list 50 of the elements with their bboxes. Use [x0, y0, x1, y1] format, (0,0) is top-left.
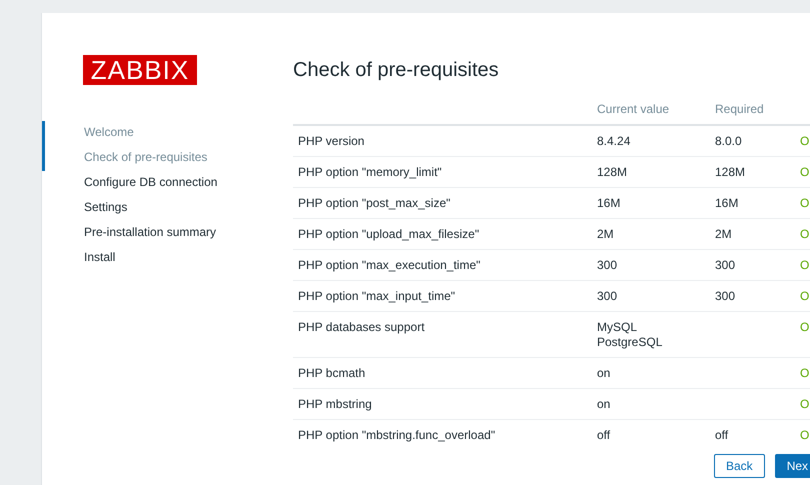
requirement-name: PHP option "post_max_size"	[298, 196, 450, 210]
setup-step: Welcome	[42, 121, 293, 146]
current-value: 128M	[597, 165, 628, 179]
column-header: Current value	[597, 102, 670, 116]
requirement-name: PHP mbstring	[298, 397, 372, 411]
requirement-name: PHP databases support	[298, 320, 425, 334]
current-value: 2M	[597, 227, 614, 241]
requirement-name: PHP option "upload_max_filesize"	[298, 227, 480, 241]
back-button[interactable]: Back	[714, 454, 765, 478]
required-value: 300	[715, 258, 736, 272]
current-value: 300	[597, 289, 618, 303]
current-value: MySQL	[597, 320, 638, 334]
required-value: off	[715, 428, 728, 442]
required-value: 2M	[715, 227, 732, 241]
setup-step: Pre-installation summary	[42, 221, 293, 246]
current-value: 300	[597, 258, 618, 272]
column-header: Required	[715, 102, 764, 116]
current-value: 8.4.24	[597, 134, 630, 148]
next-button[interactable]: Nex	[774, 454, 810, 478]
current-value: 16M	[597, 196, 620, 210]
requirement-name: PHP version	[298, 134, 364, 148]
setup-step: Configure DB connection	[42, 171, 293, 196]
required-value: 16M	[715, 196, 738, 210]
requirement-name: PHP bcmath	[298, 366, 366, 380]
requirement-name: PHP option "memory_limit"	[298, 165, 442, 179]
current-value: off	[597, 428, 610, 442]
status-text: O	[800, 320, 810, 334]
status-text: O	[800, 366, 810, 380]
required-value: 8.0.0	[715, 134, 742, 148]
requirement-name: PHP option "mbstring.func_overload"	[298, 428, 496, 442]
current-value: on	[597, 366, 610, 380]
requirement-name: PHP option "max_execution_time"	[298, 258, 480, 272]
status-text: O	[800, 258, 810, 272]
status-text: O	[800, 165, 810, 179]
current-value: PostgreSQL	[597, 335, 662, 349]
status-text: O	[800, 227, 810, 241]
required-value: 128M	[715, 165, 746, 179]
requirement-name: PHP option "max_input_time"	[298, 289, 456, 303]
zabbix-logo: ZABBIX	[83, 55, 197, 85]
status-text: O	[800, 397, 810, 411]
required-value: 300	[715, 289, 736, 303]
status-text: O	[800, 428, 810, 442]
setup-step: Check of pre-requisites	[42, 146, 293, 171]
setup-step: Settings	[42, 196, 293, 221]
current-value: on	[597, 397, 610, 411]
status-text: O	[800, 289, 810, 303]
status-text: O	[800, 196, 810, 210]
page-title: Check of pre-requisites	[293, 59, 500, 83]
status-text: O	[800, 134, 810, 148]
setup-step: Install	[42, 246, 293, 271]
